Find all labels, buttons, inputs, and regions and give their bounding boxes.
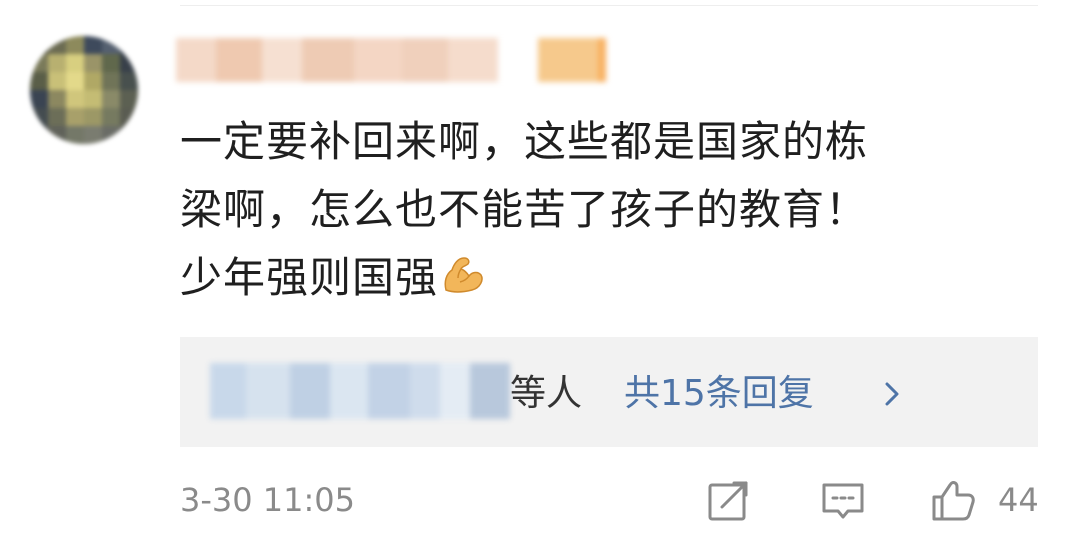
reply-username-pixel (410, 363, 440, 419)
avatar-pixel (48, 108, 66, 126)
username-blurred[interactable] (176, 38, 606, 82)
comment-line-3: 少年强则国强 (180, 244, 1036, 318)
avatar[interactable] (30, 36, 138, 144)
avatar-pixel (30, 54, 48, 72)
reply-usernames-blurred[interactable] (210, 363, 510, 419)
avatar-pixel (102, 54, 120, 72)
avatar-pixel (102, 36, 120, 54)
chevron-right-icon[interactable] (874, 375, 912, 413)
avatar-pixel (120, 126, 138, 144)
comment-body: 一定要补回来啊，这些都是国家的栋 梁啊，怎么也不能苦了孩子的教育！ 少年强则国强 (180, 108, 1036, 318)
like-count: 44 (998, 481, 1039, 519)
avatar-pixel (48, 126, 66, 144)
username-pixel (216, 38, 262, 82)
avatar-pixel (84, 54, 102, 72)
comment-line-1: 一定要补回来啊，这些都是国家的栋 (180, 117, 869, 166)
avatar-pixel (30, 126, 48, 144)
avatar-pixel (84, 36, 102, 54)
avatar-pixel (66, 72, 84, 90)
share-icon[interactable] (706, 477, 752, 523)
avatar-pixel (120, 72, 138, 90)
avatar-pixel (48, 54, 66, 72)
avatar-pixel (66, 126, 84, 144)
username-pixel (354, 38, 402, 82)
reply-username-pixel (246, 363, 290, 419)
reply-username-pixel (440, 363, 470, 419)
comment-icon[interactable] (820, 477, 866, 523)
avatar-pixel (102, 108, 120, 126)
username-pixel (538, 38, 598, 82)
avatar-pixel (84, 108, 102, 126)
reply-username-pixel (210, 363, 246, 419)
divider (180, 5, 1038, 6)
avatar-pixel (66, 54, 84, 72)
reply-suffix: 等人 (510, 373, 583, 414)
avatar-pixel (30, 90, 48, 108)
avatar-pixel (102, 72, 120, 90)
comment-card: 一定要补回来啊，这些都是国家的栋 梁啊，怎么也不能苦了孩子的教育！ 少年强则国强… (0, 0, 1072, 541)
avatar-pixel (120, 108, 138, 126)
username-pixel (302, 38, 354, 82)
username-pixel (498, 38, 538, 82)
avatar-pixel (102, 90, 120, 108)
username-pixel (262, 38, 302, 82)
username-pixel (176, 38, 216, 82)
username-pixel (448, 38, 498, 82)
flexed-biceps-icon (440, 250, 486, 318)
avatar-pixel (84, 126, 102, 144)
reply-username-pixel (368, 363, 410, 419)
timestamp: 3-30 11:05 (180, 481, 356, 519)
avatar-pixel (84, 90, 102, 108)
avatar-pixel (120, 54, 138, 72)
avatar-pixel (102, 126, 120, 144)
avatar-pixel (30, 36, 48, 54)
comment-line-2: 梁啊，怎么也不能苦了孩子的教育！ (180, 185, 869, 234)
reply-username-pixel (290, 363, 330, 419)
avatar-pixel (48, 36, 66, 54)
avatar-pixel (66, 108, 84, 126)
reply-username-pixel (470, 363, 510, 419)
avatar-pixel (30, 72, 48, 90)
avatar-pixel (30, 108, 48, 126)
reply-count-link[interactable]: 共15条回复 (624, 369, 814, 419)
avatar-pixel (120, 36, 138, 54)
avatar-pixel (48, 90, 66, 108)
avatar-pixel (48, 72, 66, 90)
avatar-pixel (120, 90, 138, 108)
avatar-pixel (84, 72, 102, 90)
reply-preview[interactable]: 等人 共15条回复 (180, 337, 1038, 447)
thumbs-up-icon[interactable] (930, 477, 976, 523)
username-pixel (402, 38, 448, 82)
avatar-pixel (66, 36, 84, 54)
comment-line-3-text: 少年强则国强 (180, 253, 439, 302)
avatar-pixel (66, 90, 84, 108)
reply-username-pixel (330, 363, 368, 419)
username-pixel (598, 38, 606, 82)
